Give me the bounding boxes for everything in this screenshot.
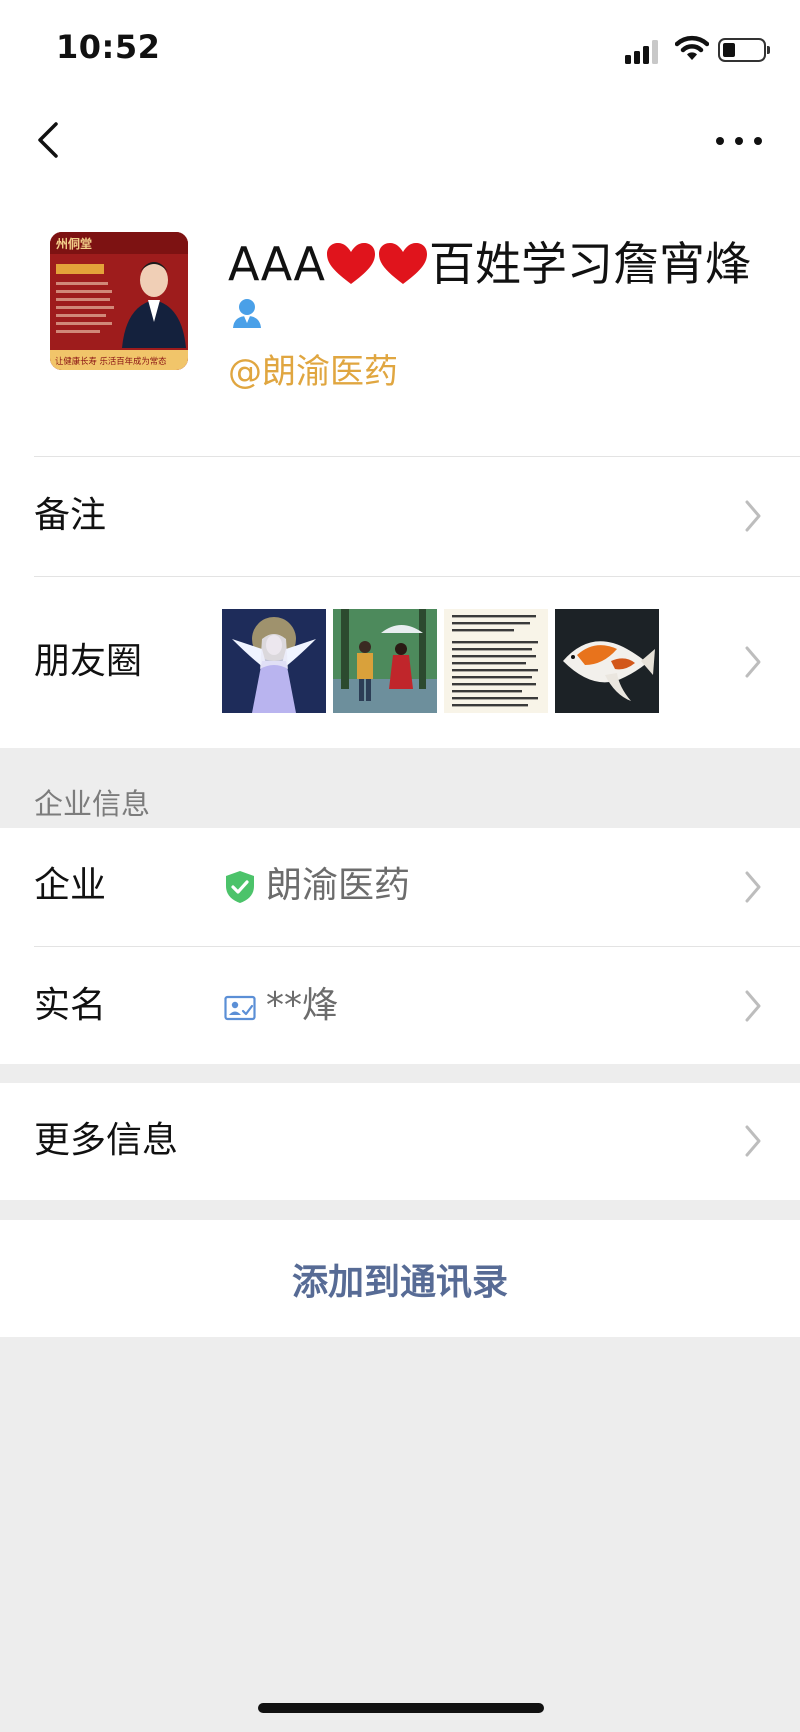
moment-thumbnail[interactable] xyxy=(222,609,326,713)
more-info-row[interactable]: 更多信息 xyxy=(0,1083,800,1200)
cellular-signal-icon xyxy=(625,38,663,64)
chevron-right-icon xyxy=(745,871,761,903)
more-dots-icon xyxy=(716,137,724,145)
company-label: 企业 xyxy=(34,865,107,906)
status-time: 10:52 xyxy=(56,28,161,66)
moment-thumbnail[interactable] xyxy=(333,609,437,713)
avatar-brand: 州侗堂 xyxy=(55,236,92,251)
person-icon xyxy=(233,299,261,328)
back-button[interactable] xyxy=(30,116,70,164)
profile-card: 10:52 州侗堂 让健康长寿 乐活百年成为常态 AAA 百姓学习詹宵烽 @朗渝… xyxy=(0,0,800,748)
divider xyxy=(34,456,800,457)
chevron-right-icon xyxy=(745,646,761,678)
real-name-row[interactable]: 实名 **烽 xyxy=(0,946,800,1064)
company-row[interactable]: 企业 朗渝医药 xyxy=(0,828,800,946)
display-name-prefix: AAA xyxy=(228,237,325,291)
status-bar: 10:52 xyxy=(0,0,800,96)
add-to-contacts-button[interactable]: 添加到通讯录 xyxy=(0,1220,800,1337)
shield-check-icon xyxy=(226,871,254,903)
real-name-value: **烽 xyxy=(266,985,339,1026)
heart-icon xyxy=(326,243,375,284)
home-indicator xyxy=(258,1703,544,1713)
chevron-right-icon xyxy=(745,990,761,1022)
battery-icon xyxy=(718,38,770,62)
more-info-label: 更多信息 xyxy=(34,1120,179,1161)
divider xyxy=(34,946,800,947)
moment-thumbnail[interactable] xyxy=(444,609,548,713)
remark-label: 备注 xyxy=(34,495,107,536)
moments-label: 朋友圈 xyxy=(34,641,143,682)
chevron-right-icon xyxy=(745,500,761,532)
divider xyxy=(34,576,800,577)
display-name: AAA 百姓学习詹宵烽 xyxy=(228,228,751,294)
more-options-button[interactable] xyxy=(716,124,762,158)
id-card-icon xyxy=(224,995,256,1021)
heart-icon xyxy=(378,243,427,284)
enterprise-section-title: 企业信息 xyxy=(34,787,151,821)
avatar[interactable]: 州侗堂 让健康长寿 乐活百年成为常态 xyxy=(50,232,188,370)
moment-thumbnail[interactable] xyxy=(555,609,659,713)
remark-row[interactable]: 备注 xyxy=(0,456,800,576)
avatar-slogan: 让健康长寿 乐活百年成为常态 xyxy=(55,356,167,366)
chevron-right-icon xyxy=(745,1125,761,1157)
real-name-label: 实名 xyxy=(34,985,107,1026)
company-value: 朗渝医药 xyxy=(266,865,411,906)
wifi-icon xyxy=(675,35,709,60)
corp-tag[interactable]: @朗渝医药 xyxy=(228,344,398,393)
display-name-suffix: 百姓学习詹宵烽 xyxy=(428,237,751,291)
